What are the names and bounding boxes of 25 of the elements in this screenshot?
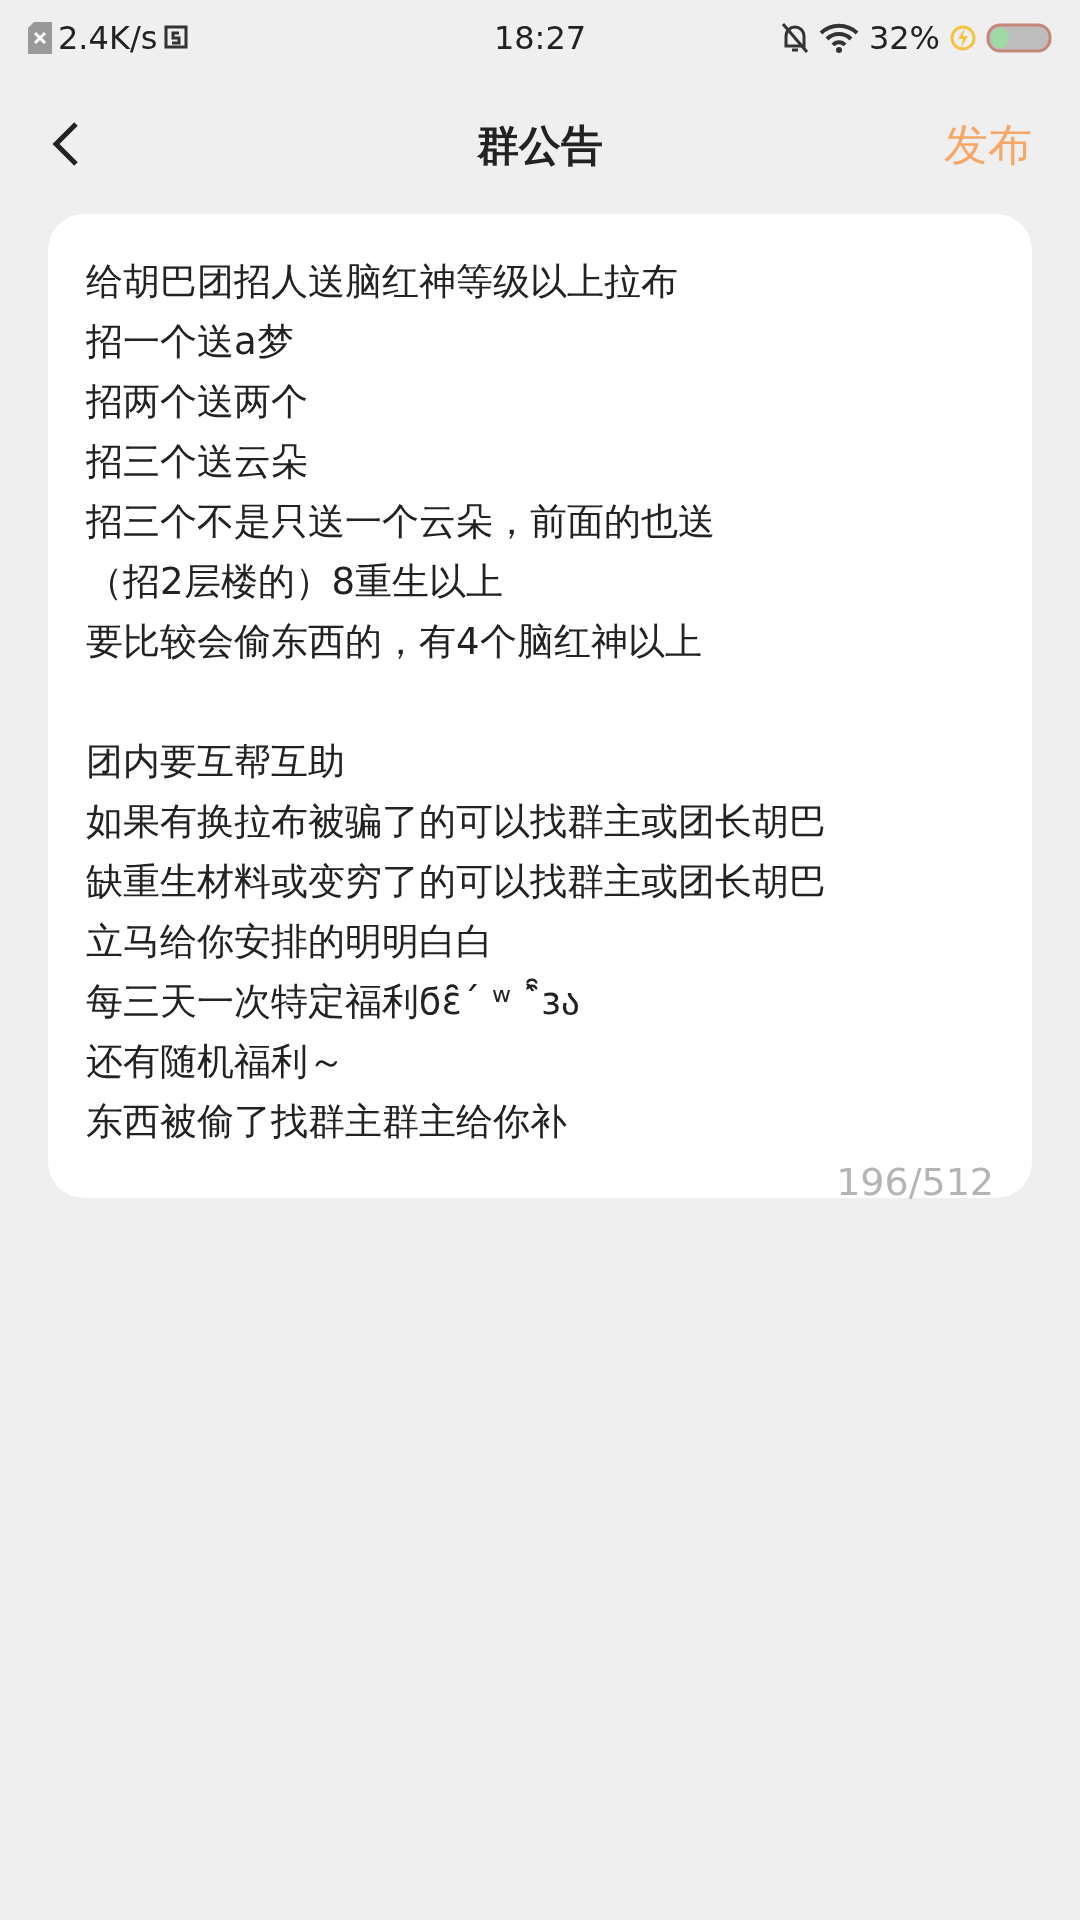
clock: 18:27 [493, 18, 587, 59]
battery-icon [986, 23, 1052, 53]
charging-icon [950, 23, 976, 53]
character-counter: 196/512 [836, 1159, 994, 1206]
publish-button[interactable]: 发布 [944, 112, 1032, 178]
text-line: 每三天一次特定福利ϭɛ̑̑ˊ ʷ ˋ̑̑ɜა [86, 979, 580, 1025]
muted-bell-icon [780, 22, 809, 54]
network-speed: 2.4K/s [58, 18, 158, 59]
text-line: 如果有换拉布被骗了的可以找群主或团长胡巴 [86, 799, 826, 845]
text-line: 招两个送两个 [86, 379, 308, 425]
wifi-icon [818, 23, 859, 53]
battery-percent: 32% [868, 18, 940, 59]
page-title: 群公告 [477, 119, 603, 172]
text-line: 给胡巴团招人送脑红神等级以上拉布 [86, 259, 678, 305]
text-line: （招2层楼的）8重生以上 [86, 559, 504, 605]
text-line: 还有随机福利～ [86, 1039, 345, 1085]
sim-card-icon [28, 22, 52, 54]
text-line: 团内要互帮互助 [86, 739, 345, 785]
text-line: 东西被偷了找群主群主给你补 [86, 1099, 567, 1145]
text-line: 招一个送a梦 [86, 319, 294, 365]
text-line: 要比较会偷东西的，有4个脑红神以上 [86, 619, 702, 665]
text-line: 招三个送云朵 [86, 439, 308, 485]
text-line: 缺重生材料或变穷了的可以找群主或团长胡巴 [86, 859, 826, 905]
text-line: 招三个不是只送一个云朵，前面的也送 [86, 499, 715, 545]
text-line: 立马给你安排的明明白白 [86, 919, 493, 965]
